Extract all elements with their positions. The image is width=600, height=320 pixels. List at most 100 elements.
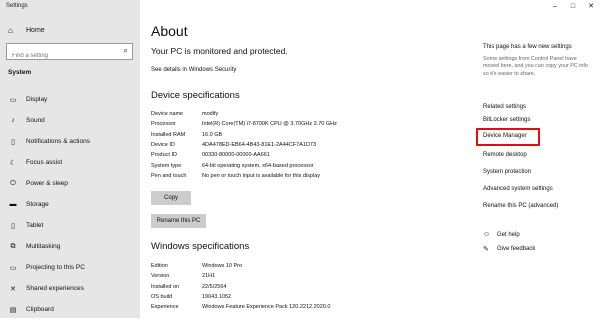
- spec-label: Experience: [151, 304, 179, 311]
- spec-value: 21H1: [202, 273, 216, 280]
- spec-label: Pen and touch: [151, 172, 187, 179]
- sidebar: Settings ⌂ Home ⌕ System ▭ Display ♪ Sound…: [0, 0, 140, 318]
- device-manager-highlight-box: [476, 128, 540, 146]
- spec-row: Version 21H1: [151, 271, 330, 281]
- sidebar-item-label: Display: [26, 96, 48, 103]
- spec-row: System type 64-bit operating system, x64-…: [151, 160, 337, 170]
- window-title: Settings: [6, 3, 28, 9]
- maximize-button[interactable]: □: [564, 0, 582, 14]
- bitlocker-settings-link[interactable]: BitLocker settings: [483, 117, 530, 123]
- sidebar-item-label: Tablet: [26, 222, 44, 229]
- sidebar-item-multitasking[interactable]: ⧉ Multitasking: [0, 236, 140, 257]
- spec-value: modify: [202, 111, 219, 118]
- sidebar-item-sound[interactable]: ♪ Sound: [0, 110, 140, 131]
- sidebar-item-focus-assist[interactable]: ☾ Focus assist: [0, 152, 140, 173]
- power-icon: ⏻: [10, 179, 16, 187]
- spec-label: Device name: [151, 111, 184, 118]
- spec-value: No pen or touch input is available for t…: [202, 172, 321, 179]
- spec-value: Windows 10 Pro: [202, 263, 243, 270]
- new-settings-title: This page has a few new settings: [483, 44, 572, 50]
- sidebar-item-label: Sound: [26, 117, 45, 124]
- spec-row: OS build 19043.1052: [151, 292, 330, 302]
- sidebar-item-clipboard[interactable]: ▤ Clipboard: [0, 299, 140, 320]
- home-label: Home: [26, 27, 45, 34]
- sidebar-item-shared-experiences[interactable]: ✕ Shared experiences: [0, 278, 140, 299]
- spec-value: 4DA478ED-EB64-4B43-81E1-2A44CF7A1D73: [202, 142, 317, 149]
- sidebar-item-label: Focus assist: [26, 159, 63, 166]
- spec-value: Windows Feature Experience Pack 120.2212…: [202, 304, 331, 311]
- spec-row: Experience Windows Feature Experience Pac…: [151, 302, 330, 312]
- spec-row: Edition Windows 10 Pro: [151, 261, 330, 271]
- rename-pc-button[interactable]: Rename this PC: [151, 214, 206, 228]
- spec-row: Processor Intel(R) Core(TM) i7-8700K CPU …: [151, 119, 337, 129]
- spec-value: 00330-80000-00000-AA661: [202, 152, 270, 159]
- give-feedback-link[interactable]: ✎ Give feedback: [483, 245, 535, 253]
- sidebar-item-label: Multitasking: [26, 243, 61, 250]
- page-title: About: [151, 23, 188, 39]
- tablet-icon: ▯: [11, 222, 15, 230]
- windows-security-link[interactable]: See details in Windows Security: [151, 67, 236, 73]
- monitor-icon: ▭: [9, 96, 17, 104]
- system-protection-link[interactable]: System protection: [483, 169, 531, 175]
- sidebar-item-label: Notifications & actions: [26, 138, 90, 145]
- projecting-icon: ▭: [9, 264, 17, 272]
- help-icon: ☺: [483, 231, 491, 238]
- spec-label: Version: [151, 273, 170, 280]
- window-controls: – □ ✕: [546, 0, 600, 14]
- new-settings-description: Some settings from Control Panel have mo…: [483, 56, 588, 77]
- spec-label: Installed RAM: [151, 131, 186, 138]
- spec-value: 19043.1052: [202, 294, 232, 301]
- windows-specs-table: Edition Windows 10 Pro Version 21H1 Instal…: [151, 261, 330, 312]
- windows-specs-heading: Windows specifications: [151, 241, 250, 252]
- sidebar-nav: ▭ Display ♪ Sound ▯ Notifications & actions…: [0, 89, 140, 320]
- minimize-button[interactable]: –: [546, 0, 564, 14]
- device-specs-table: Device name modify Processor Intel(R) Core…: [151, 109, 337, 181]
- spec-label: Device ID: [151, 142, 175, 149]
- remote-desktop-link[interactable]: Remote desktop: [483, 152, 527, 158]
- search-input[interactable]: [7, 48, 112, 64]
- give-feedback-label: Give feedback: [497, 246, 536, 252]
- sidebar-item-storage[interactable]: ▬ Storage: [0, 194, 140, 215]
- search-icon[interactable]: ⌕: [124, 46, 128, 56]
- speaker-icon: ♪: [11, 117, 15, 124]
- sidebar-item-tablet[interactable]: ▯ Tablet: [0, 215, 140, 236]
- spec-row: Device ID 4DA478ED-EB64-4B43-81E1-2A44CF7…: [151, 140, 337, 150]
- feedback-icon: ✎: [483, 246, 489, 253]
- sidebar-item-projecting[interactable]: ▭ Projecting to this PC: [0, 257, 140, 278]
- shared-experiences-icon: ✕: [10, 285, 16, 293]
- spec-value: Intel(R) Core(TM) i7-8700K CPU @ 3.70GHz…: [202, 121, 337, 128]
- spec-value: 16.0 GB: [202, 131, 223, 138]
- sidebar-item-display[interactable]: ▭ Display: [0, 89, 140, 110]
- multitasking-icon: ⧉: [10, 242, 16, 250]
- spec-row: Installed on 22/5/2564: [151, 282, 330, 292]
- search-box[interactable]: ⌕: [6, 43, 133, 64]
- protection-status: Your PC is monitored and protected.: [151, 46, 288, 56]
- get-help-link[interactable]: ☺ Get help: [483, 231, 520, 238]
- main-panel: – □ ✕ About Your PC is monitored and pro…: [140, 0, 600, 318]
- spec-label: Edition: [151, 263, 168, 270]
- home-nav[interactable]: ⌂ Home: [8, 26, 45, 35]
- sidebar-item-notifications[interactable]: ▯ Notifications & actions: [0, 131, 140, 152]
- spec-label: System type: [151, 162, 182, 169]
- sidebar-item-label: Power & sleep: [26, 180, 68, 187]
- storage-icon: ▬: [9, 201, 17, 208]
- spec-label: Processor: [151, 121, 176, 128]
- related-settings-heading: Related settings: [483, 104, 527, 110]
- rename-pc-advanced-link[interactable]: Rename this PC (advanced): [483, 203, 558, 209]
- close-button[interactable]: ✕: [582, 0, 600, 14]
- spec-label: Installed on: [151, 283, 180, 290]
- moon-icon: ☾: [9, 159, 17, 167]
- clipboard-icon: ▤: [9, 306, 17, 314]
- spec-row: Installed RAM 16.0 GB: [151, 130, 337, 140]
- copy-button[interactable]: Copy: [151, 191, 191, 205]
- sidebar-item-label: Storage: [26, 201, 49, 208]
- section-label-system: System: [8, 69, 32, 76]
- spec-label: OS build: [151, 294, 173, 301]
- sidebar-item-label: Shared experiences: [26, 285, 84, 292]
- advanced-system-settings-link[interactable]: Advanced system settings: [483, 186, 553, 192]
- spec-row: Product ID 00330-80000-00000-AA661: [151, 150, 337, 160]
- spec-value: 64-bit operating system, x64-based proce…: [202, 162, 314, 169]
- spec-row: Pen and touch No pen or touch input is av…: [151, 171, 337, 181]
- sidebar-item-power-sleep[interactable]: ⏻ Power & sleep: [0, 173, 140, 194]
- sidebar-item-label: Clipboard: [26, 306, 54, 313]
